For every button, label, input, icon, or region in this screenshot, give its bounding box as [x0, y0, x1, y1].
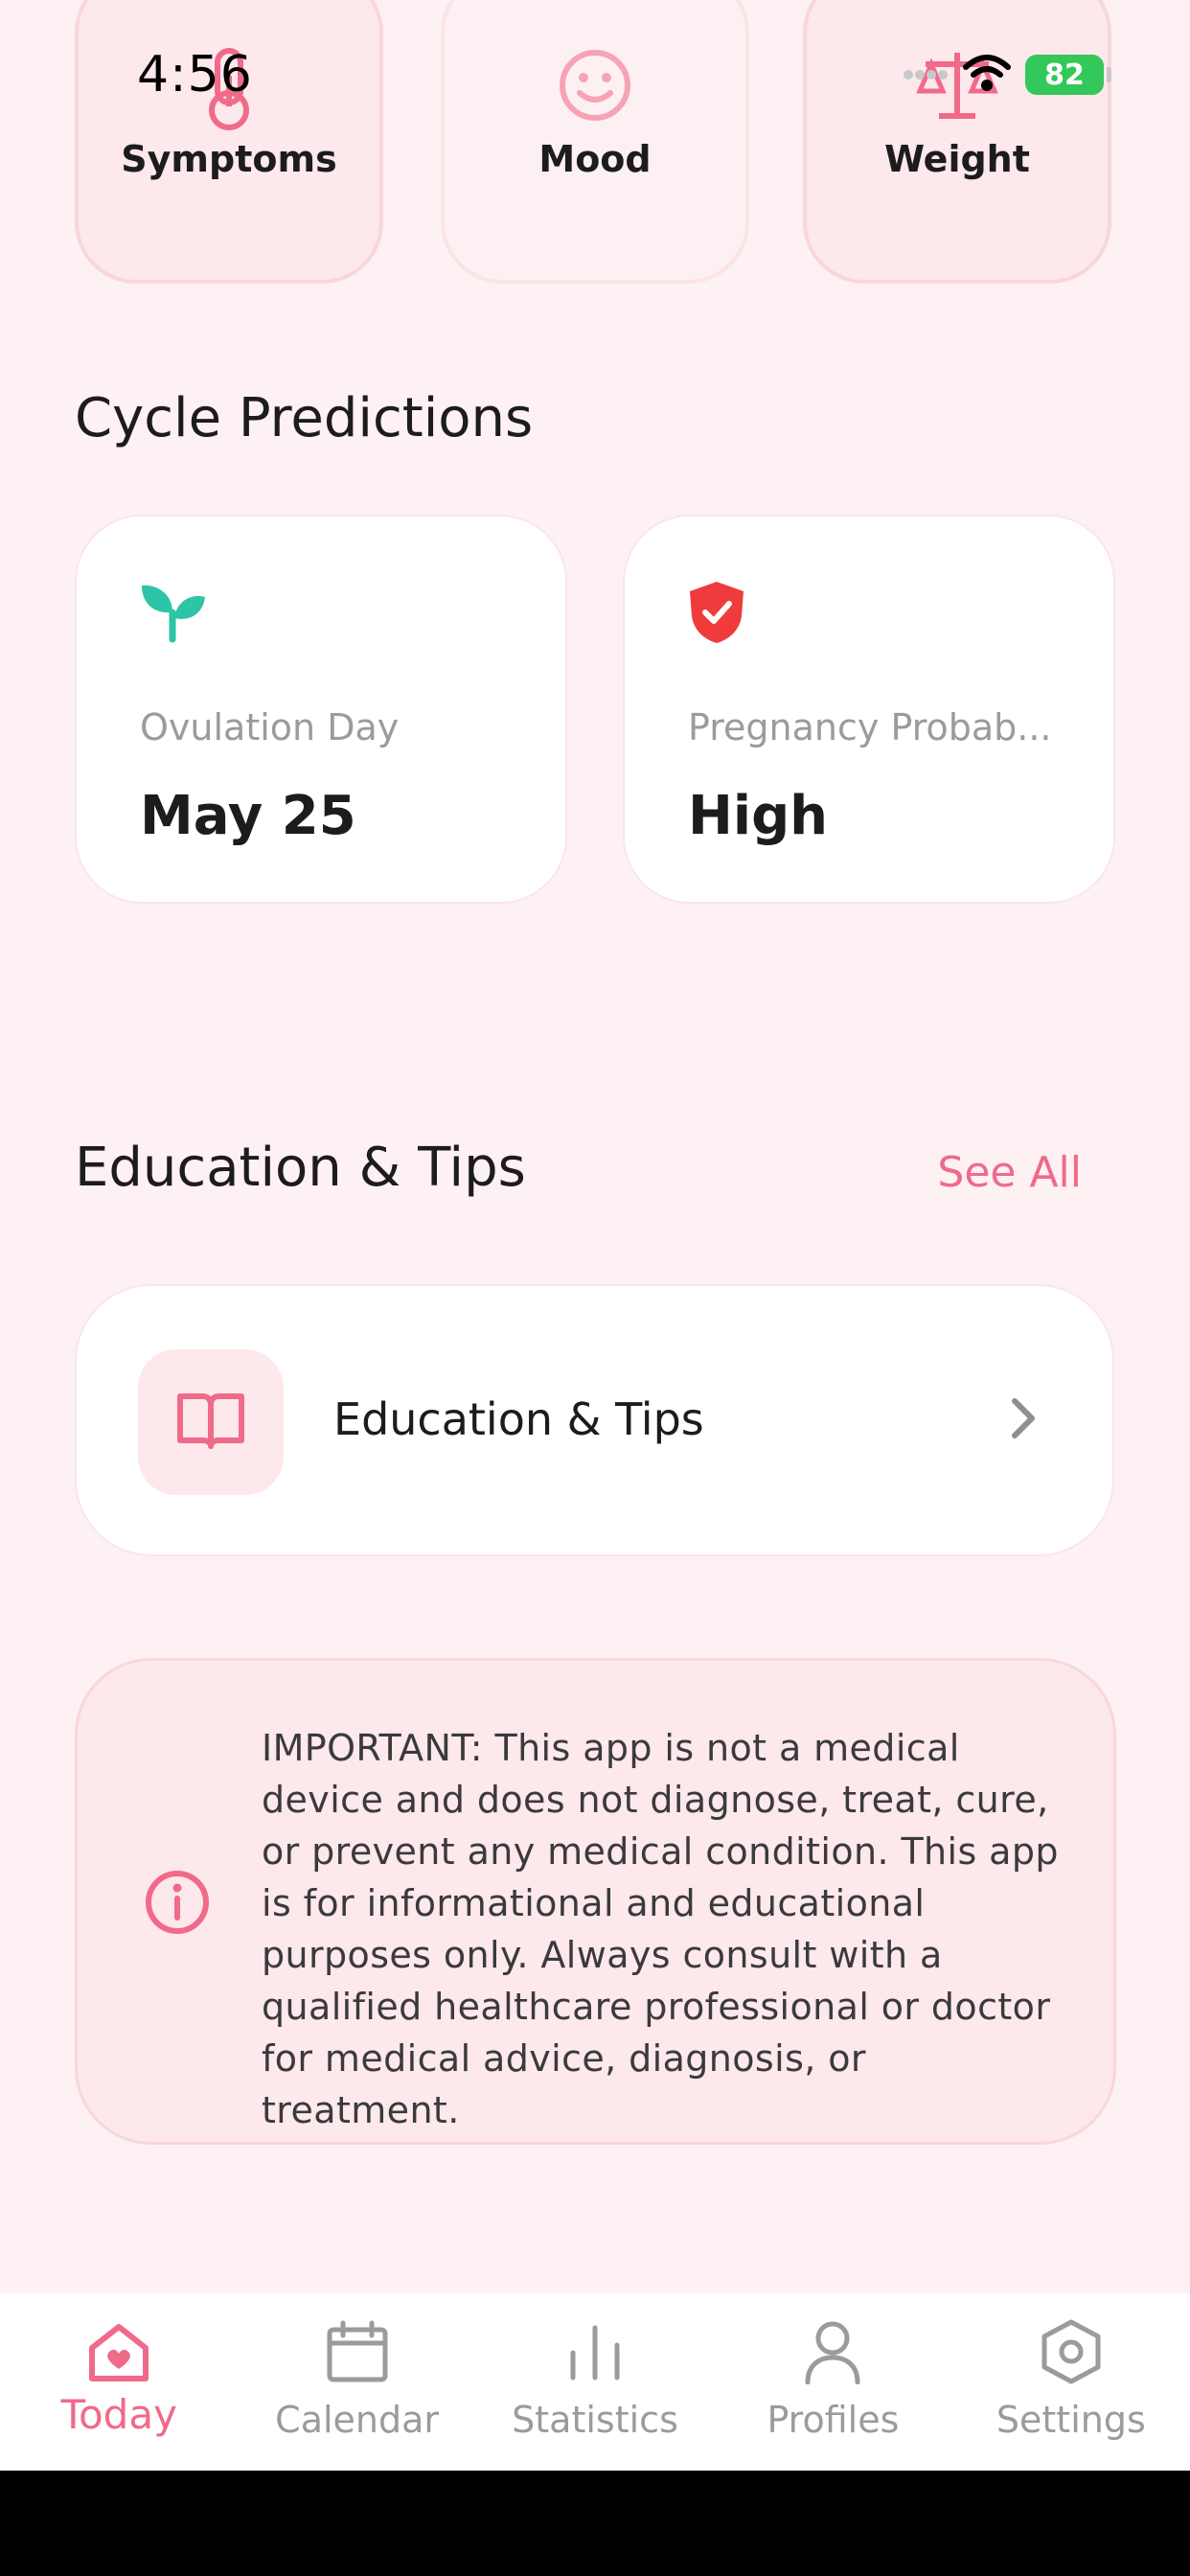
tab-settings[interactable]: Settings — [952, 2293, 1190, 2471]
status-indicators: 82 — [903, 54, 1111, 96]
tab-statistics-label: Statistics — [512, 2399, 678, 2441]
ovulation-day-card[interactable]: Ovulation Day May 25 — [75, 515, 567, 904]
tab-today-label: Today — [60, 2391, 177, 2438]
education-icon-box — [138, 1349, 284, 1495]
see-all-link[interactable]: See All — [937, 1148, 1082, 1197]
sprout-icon — [140, 580, 207, 647]
person-icon — [804, 2318, 861, 2385]
book-icon — [176, 1391, 245, 1454]
mood-label: Mood — [538, 138, 652, 180]
education-tips-card[interactable]: Education & Tips — [75, 1284, 1114, 1556]
info-icon — [145, 1870, 210, 1939]
cycle-predictions-title: Cycle Predictions — [75, 387, 534, 449]
bottom-tab-bar: Today Calendar Statistics Profiles Setti… — [0, 2293, 1190, 2471]
gear-icon — [1040, 2318, 1103, 2385]
shield-check-icon — [688, 580, 745, 649]
signal-dots-icon — [903, 66, 949, 84]
education-section-title: Education & Tips — [75, 1137, 526, 1199]
tab-today[interactable]: Today — [0, 2293, 238, 2471]
mood-tile[interactable]: Mood — [441, 0, 749, 284]
ovulation-day-label: Ovulation Day — [140, 706, 400, 748]
chevron-right-icon — [1009, 1395, 1038, 1445]
tab-settings-label: Settings — [995, 2399, 1146, 2441]
pregnancy-probability-value: High — [688, 785, 829, 847]
tab-profiles[interactable]: Profiles — [714, 2293, 951, 2471]
tab-statistics[interactable]: Statistics — [476, 2293, 714, 2471]
status-time: 4:56 — [137, 46, 253, 104]
battery-indicator: 82 — [1025, 55, 1111, 95]
disclaimer-text: IMPORTANT: This app is not a medical dev… — [262, 1727, 1059, 2131]
education-tips-label: Education & Tips — [333, 1393, 704, 1445]
home-indicator-area — [0, 2471, 1190, 2576]
symptoms-label: Symptoms — [121, 138, 337, 180]
battery-level: 82 — [1044, 58, 1085, 92]
pregnancy-probability-label: Pregnancy Probab... — [688, 706, 1052, 748]
medical-disclaimer: IMPORTANT: This app is not a medical dev… — [75, 1658, 1116, 2145]
wifi-icon — [962, 54, 1012, 96]
symptoms-tile[interactable]: Symptoms — [75, 0, 383, 284]
bar-chart-icon — [563, 2318, 627, 2385]
today-screen: Symptoms Mood Weight 4:56 82 Cycle Predi… — [0, 0, 1190, 2576]
weight-tile[interactable]: Weight — [803, 0, 1111, 284]
ovulation-day-value: May 25 — [140, 785, 356, 847]
tab-calendar[interactable]: Calendar — [238, 2293, 475, 2471]
smiley-icon — [557, 47, 633, 127]
tab-profiles-label: Profiles — [767, 2399, 900, 2441]
home-heart-icon — [86, 2318, 151, 2385]
calendar-icon — [326, 2318, 389, 2385]
weight-label: Weight — [884, 138, 1030, 180]
tab-calendar-label: Calendar — [275, 2399, 440, 2441]
pregnancy-probability-card[interactable]: Pregnancy Probab... High — [623, 515, 1115, 904]
